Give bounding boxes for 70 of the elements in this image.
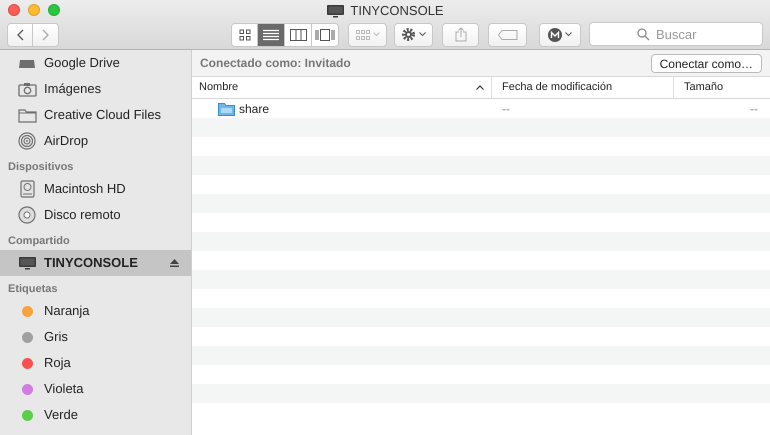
sidebar-item[interactable]: Verde [0, 402, 191, 428]
column-header[interactable]: Fecha de modificación [492, 77, 674, 98]
connection-status: Conectado como: Invitado [200, 55, 351, 72]
file-name: share [239, 100, 270, 118]
view-mode-button[interactable] [231, 22, 258, 46]
camera-icon [18, 82, 36, 96]
shared-folder-icon [218, 102, 235, 116]
sidebar-heading: Compartido [7, 234, 71, 250]
connect-as-button[interactable]: Conectar como… [650, 54, 762, 72]
sidebar-item[interactable]: Gris [0, 324, 191, 350]
sidebar-item[interactable]: Violeta [0, 376, 191, 402]
caret-icon [419, 32, 426, 37]
action-button[interactable] [394, 22, 433, 46]
zoom-button[interactable] [48, 4, 60, 16]
column-header[interactable]: Tamaño [674, 77, 770, 98]
sidebar-item[interactable]: AirDrop [0, 128, 191, 154]
sidebar-label: Disco remoto [44, 206, 121, 224]
sidebar-label: Imágenes [44, 80, 102, 98]
monitor-icon [18, 256, 36, 270]
sidebar-item[interactable]: Macintosh HD [0, 176, 191, 202]
back-button[interactable] [7, 22, 33, 46]
sidebar-label: Gris [44, 328, 68, 346]
sidebar-item[interactable]: Imágenes [0, 76, 191, 102]
sidebar-label: Google Drive [44, 54, 120, 72]
sidebar-item[interactable]: Roja [0, 350, 191, 376]
search-field[interactable]: Buscar [589, 22, 763, 46]
chevron-right-icon [42, 28, 49, 40]
chevron-left-icon [16, 28, 24, 40]
file-size: -- [749, 100, 759, 118]
view-mode-button[interactable] [312, 22, 339, 46]
sidebar-item[interactable]: Disco remoto [0, 202, 191, 228]
sidebar-label: Macintosh HD [44, 180, 126, 198]
sidebar-item[interactable]: Google Drive [0, 50, 191, 76]
monitor-icon [326, 4, 346, 18]
sidebar-item[interactable]: Naranja [0, 298, 191, 324]
eject-icon[interactable] [170, 259, 179, 267]
sidebar-heading: Dispositivos [7, 160, 74, 176]
disc-icon [18, 206, 36, 224]
sidebar-label: Naranja [44, 302, 90, 320]
sidebar-label: TINYCONSOLE [44, 254, 138, 272]
folder-icon [18, 108, 36, 122]
column-header[interactable]: Nombre [192, 77, 492, 98]
sidebar-label: Roja [44, 354, 71, 372]
window-title: TINYCONSOLE [350, 2, 444, 20]
sidebar-label: Violeta [44, 380, 84, 398]
sidebar-item[interactable]: Creative Cloud Files [0, 102, 191, 128]
list-icon [263, 28, 279, 40]
sidebar-label: Creative Cloud Files [44, 106, 162, 124]
sidebar-heading: Etiquetas [7, 282, 59, 298]
view-mode-button[interactable] [285, 22, 312, 46]
icon-grid-icon [238, 28, 250, 40]
view-mode-button[interactable] [258, 22, 285, 46]
gear-icon [401, 27, 416, 42]
file-date: -- [501, 100, 511, 118]
account-icon [548, 28, 562, 42]
share-icon [454, 27, 466, 42]
columns-icon [290, 28, 306, 40]
sidebar-label: Verde [44, 406, 78, 424]
search-icon [637, 28, 650, 42]
grid-icon [356, 30, 370, 40]
close-button[interactable] [8, 4, 20, 16]
sort-ascending-icon [476, 85, 484, 90]
tag-icon [498, 30, 518, 40]
airdrop-icon [18, 132, 36, 150]
sidebar-item[interactable]: TINYCONSOLE [0, 250, 191, 276]
sidebar-label: AirDrop [44, 132, 88, 150]
cover-flow-icon [315, 28, 335, 40]
caret-icon [372, 32, 380, 37]
account-button[interactable] [539, 22, 581, 46]
caret-icon [565, 32, 572, 37]
